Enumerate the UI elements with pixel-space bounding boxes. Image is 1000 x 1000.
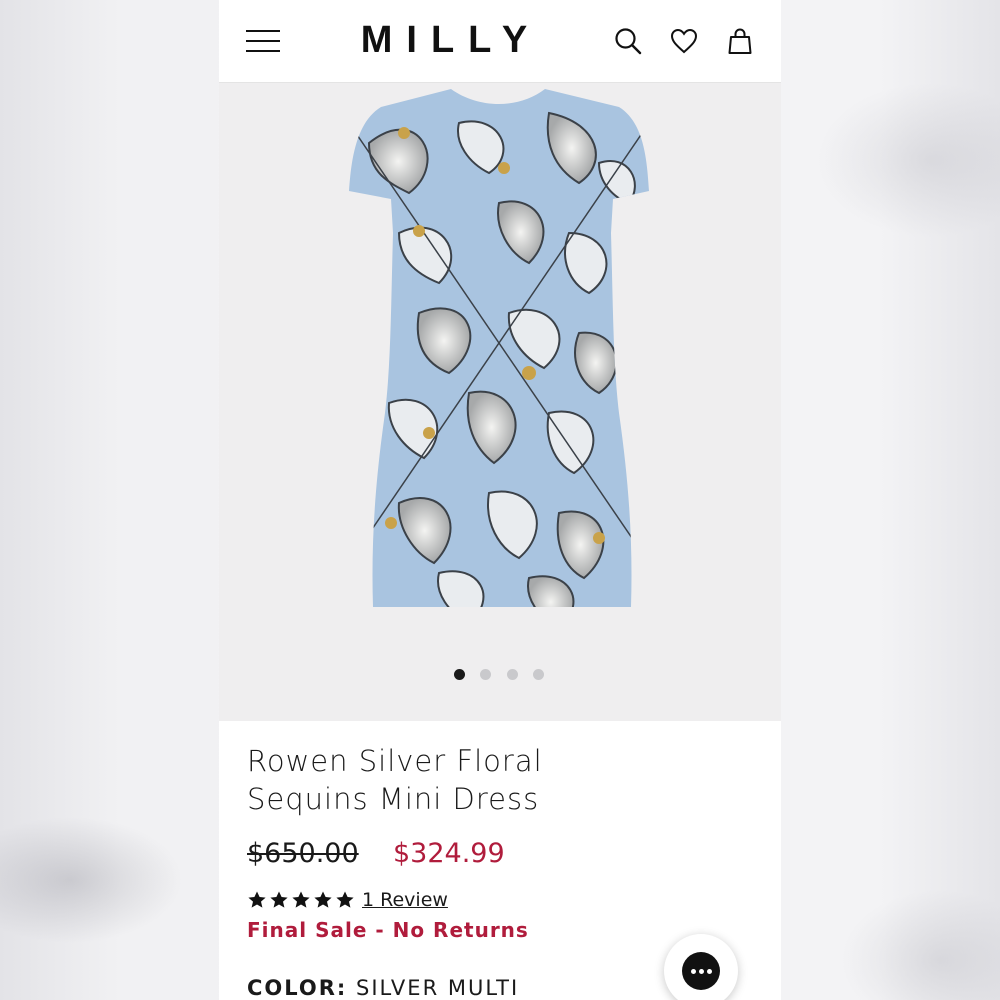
chat-button[interactable]	[664, 934, 738, 1000]
gallery-dot-3[interactable]	[507, 669, 518, 680]
color-label: COLOR:	[247, 976, 348, 1000]
sale-price: $324.99	[393, 838, 505, 869]
brand-logo[interactable]: MILLY	[351, 18, 551, 62]
product-info: Rowen Silver Floral Sequins Mini Dress $…	[219, 722, 781, 1000]
product-title: Rowen Silver Floral Sequins Mini Dress	[247, 742, 627, 818]
color-value: SILVER MULTI	[356, 976, 520, 1000]
search-icon[interactable]	[613, 26, 643, 56]
gallery-dot-2[interactable]	[480, 669, 491, 680]
product-title-line-1: Rowen Silver Floral	[247, 744, 543, 778]
color-selector-label: COLOR: SILVER MULTI	[247, 976, 519, 1000]
star-rating[interactable]	[247, 890, 355, 912]
site-header: MILLY	[219, 0, 781, 83]
bag-icon[interactable]	[725, 26, 755, 56]
product-gallery[interactable]	[219, 83, 781, 721]
original-price: $650.00	[247, 838, 359, 869]
final-sale-notice: Final Sale - No Returns	[247, 918, 529, 942]
mobile-viewport: MILLY Rowen Silver Floral Sequins Mini D…	[219, 0, 781, 1000]
heart-icon[interactable]	[669, 26, 699, 56]
gallery-dot-1[interactable]	[454, 669, 465, 680]
star-icon	[314, 891, 332, 908]
star-icon	[248, 891, 266, 908]
reviews-link[interactable]: 1 Review	[362, 889, 448, 911]
product-image[interactable]	[329, 83, 669, 613]
menu-icon[interactable]	[246, 30, 280, 52]
star-icon	[292, 891, 310, 908]
gallery-dot-4[interactable]	[533, 669, 544, 680]
product-title-line-2: Sequins Mini Dress	[247, 782, 540, 816]
gallery-pagination	[219, 669, 781, 681]
star-icon	[270, 891, 288, 908]
star-icon	[336, 891, 354, 908]
chat-bubble-icon	[682, 952, 720, 990]
